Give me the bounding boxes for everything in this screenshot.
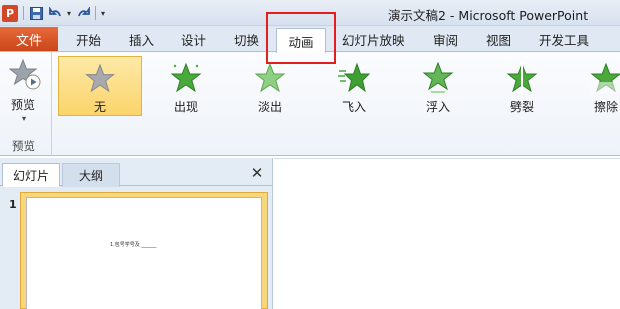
tab-review[interactable]: 审阅 [433,30,458,49]
tab-file[interactable]: 文件 [0,27,58,51]
customize-qat-icon[interactable]: ▾ [101,9,105,18]
close-icon[interactable]: ✕ [248,164,266,182]
tab-slideshow[interactable]: 幻灯片放映 [342,30,405,49]
slide-thumbnail[interactable]: 1.包号学号及 ______ [26,197,262,309]
tab-slides[interactable]: 幻灯片 [2,163,60,187]
powerpoint-app-icon[interactable]: P [2,4,18,22]
thumbnail-text: 1.包号学号及 ______ [110,242,157,248]
star-split-icon [506,62,538,94]
slides-panel: 幻灯片 大纲 ✕ 1 1.包号学号及 ______ [0,158,273,309]
preview-button[interactable]: 预览 [11,96,35,113]
slide-thumbnail-selected[interactable]: 1.包号学号及 ______ [20,192,268,309]
effect-label: 淡出 [257,100,282,114]
save-icon[interactable] [29,6,43,20]
effect-fly-in[interactable]: 飞入 [312,56,396,116]
star-fade-icon [254,62,286,93]
tab-design[interactable]: 设计 [181,30,206,49]
star-fly-icon [338,62,370,93]
effect-float-in[interactable]: 浮入 [396,56,480,116]
effect-label: 擦除 [593,100,618,114]
star-appear-icon [170,62,202,93]
preview-group-label: 预览 [12,139,35,153]
effect-none[interactable]: 无 [58,56,142,116]
highlight-box [266,12,336,64]
slide-editing-area[interactable] [274,158,620,309]
preview-dropdown-icon[interactable]: ▾ [22,114,26,123]
qat-separator [23,6,24,20]
effect-label: 浮入 [425,100,450,114]
tab-view[interactable]: 视图 [486,30,511,49]
effect-appear[interactable]: 出现 [144,56,228,116]
tab-home[interactable]: 开始 [76,30,101,49]
tab-developer[interactable]: 开发工具 [539,30,589,49]
effect-label: 飞入 [341,100,366,114]
effect-fade[interactable]: 淡出 [228,56,312,116]
preview-icon[interactable] [8,58,41,90]
effect-wipe[interactable]: 擦除 [564,56,620,116]
effect-label: 出现 [173,100,198,114]
star-gray-icon [85,63,115,93]
slide-number: 1 [9,198,17,211]
star-wipe-icon [590,62,620,94]
redo-icon[interactable] [76,6,90,20]
tab-transitions[interactable]: 切换 [234,30,259,49]
animation-gallery: 无 出现 淡出 飞入 浮入 劈裂 擦除 [56,56,620,118]
window-title: 演示文稿2 - Microsoft PowerPoint [388,8,589,23]
tab-outline[interactable]: 大纲 [62,163,120,187]
panel-tabs: 幻灯片 大纲 ✕ [0,160,273,187]
qat-separator [95,6,97,20]
ribbon-panel: 预览 ▾ 预览 无 出现 淡出 飞入 浮入 劈裂 擦除 [0,52,620,156]
undo-icon[interactable] [48,6,62,20]
preview-group: 预览 ▾ 预览 [0,52,52,156]
effect-split[interactable]: 劈裂 [480,56,564,116]
effect-label: 无 [93,100,106,114]
star-float-icon [422,62,454,93]
tab-insert[interactable]: 插入 [129,30,154,49]
quick-access-toolbar: P ▾ ▾ [2,3,105,23]
undo-dropdown-icon[interactable]: ▾ [67,9,71,18]
effect-label: 劈裂 [509,100,534,114]
